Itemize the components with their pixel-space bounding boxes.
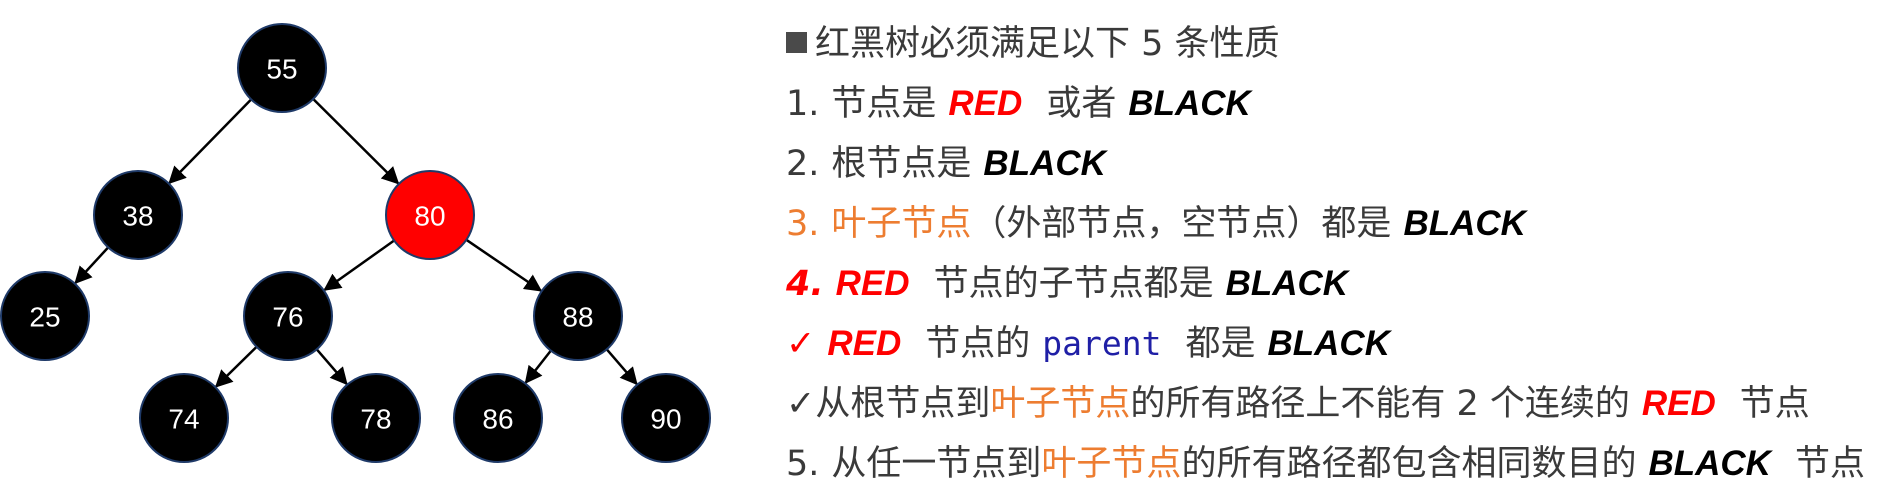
rule-text: 的所有路径都包含相同数目的 [1181, 444, 1637, 484]
edge-n88-n90 [605, 348, 638, 386]
tree-node-78: 78 [331, 373, 421, 463]
rule-text: 节点 [1739, 384, 1810, 424]
rule-3: 3. 叶子节点（外部节点，空节点）都是 BLACK [786, 194, 1896, 254]
node-label: 55 [266, 54, 297, 85]
heading-text: 红黑树必须满足以下 5 条性质 [815, 24, 1280, 64]
node-label: 74 [168, 404, 199, 435]
rule-number: 1. [786, 84, 820, 124]
black-keyword: BLACK [1267, 324, 1390, 363]
checkmark-icon: ✓ [786, 384, 816, 424]
edge-n76-n74 [214, 345, 258, 388]
rules-heading: 红黑树必须满足以下 5 条性质 [786, 14, 1896, 74]
rule-text: 从任一节点到 [831, 444, 1042, 484]
code-parent: parent [1042, 324, 1162, 363]
rule-5: 5. 从任一节点到叶子节点的所有路径都包含相同数目的 BLACK 节点 [786, 434, 1896, 494]
node-label: 88 [562, 302, 593, 333]
checkmark-icon: ✓ [786, 324, 816, 364]
node-label: 25 [29, 302, 60, 333]
rule-text: 节点是 [831, 84, 937, 124]
tree-node-88: 88 [533, 271, 623, 361]
node-label: 86 [482, 404, 513, 435]
rule-text: 或者 [1046, 84, 1117, 124]
rule-2: 2. 根节点是 BLACK [786, 134, 1896, 194]
rule-4: 4. RED 节点的子节点都是 BLACK [786, 254, 1896, 314]
black-keyword: BLACK [1128, 84, 1251, 123]
red-keyword: RED [835, 264, 910, 303]
rule-text: 都是 [1185, 324, 1256, 364]
node-label: 80 [414, 201, 445, 232]
rule-text: 根节点是 [831, 144, 972, 184]
tree-node-25: 25 [0, 271, 90, 361]
tree-node-90: 90 [621, 373, 711, 463]
tree-node-80: 80 [385, 170, 475, 260]
black-keyword: BLACK [983, 144, 1106, 183]
tree-node-74: 74 [139, 373, 229, 463]
rule-text: 节点 [1794, 444, 1865, 484]
rule-text: （外部节点，空节点）都是 [971, 204, 1392, 244]
edge-n38-n25 [74, 246, 110, 285]
tree-node-86: 86 [453, 373, 543, 463]
corollary-2: ✓从根节点到叶子节点的所有路径上不能有 2 个连续的 RED 节点 [786, 374, 1896, 434]
edge-n55-n38 [168, 98, 253, 185]
red-black-tree-diagram: 55 38 80 25 76 88 74 78 86 90 [0, 23, 711, 463]
leaf-node-term: 叶子节点 [990, 384, 1131, 424]
black-keyword: BLACK [1648, 444, 1771, 483]
edge-n76-n78 [315, 348, 348, 386]
rule-text: 节点的子节点都是 [933, 264, 1214, 304]
rule-number: 2. [786, 144, 820, 184]
red-keyword: RED [827, 324, 902, 363]
rule-number: 5. [786, 444, 820, 484]
corollary-1: ✓ RED 节点的 parent 都是 BLACK [786, 314, 1896, 374]
black-keyword: BLACK [1225, 264, 1349, 303]
rule-number: 4. [786, 264, 824, 304]
edge-n55-n80 [312, 98, 400, 185]
tree-node-76: 76 [243, 271, 333, 361]
rule-number: 3. [786, 204, 820, 244]
black-keyword: BLACK [1403, 204, 1526, 243]
edge-n80-n88 [465, 238, 543, 292]
tree-node-38: 38 [93, 170, 183, 260]
leaf-node-term: 叶子节点 [1041, 444, 1182, 484]
node-label: 38 [122, 201, 153, 232]
node-label: 90 [650, 404, 681, 435]
rule-1: 1. 节点是 RED 或者 BLACK [786, 74, 1896, 134]
node-label: 78 [360, 404, 391, 435]
red-keyword: RED [948, 84, 1023, 123]
node-label: 76 [272, 302, 303, 333]
rule-text: 节点的 [925, 324, 1031, 364]
red-keyword: RED [1641, 384, 1716, 423]
tree-node-55: 55 [237, 23, 327, 113]
rules-list: 红黑树必须满足以下 5 条性质 1. 节点是 RED 或者 BLACK 2. 根节点是 BL… [786, 14, 1896, 494]
edge-n80-n76 [323, 239, 395, 291]
edge-n88-n86 [524, 349, 552, 384]
square-bullet-icon [786, 32, 807, 53]
rule-text: 从根节点到 [815, 384, 991, 424]
rule-text: 的所有路径上不能有 2 个连续的 [1130, 384, 1630, 424]
leaf-node-term: 叶子节点 [831, 204, 972, 244]
